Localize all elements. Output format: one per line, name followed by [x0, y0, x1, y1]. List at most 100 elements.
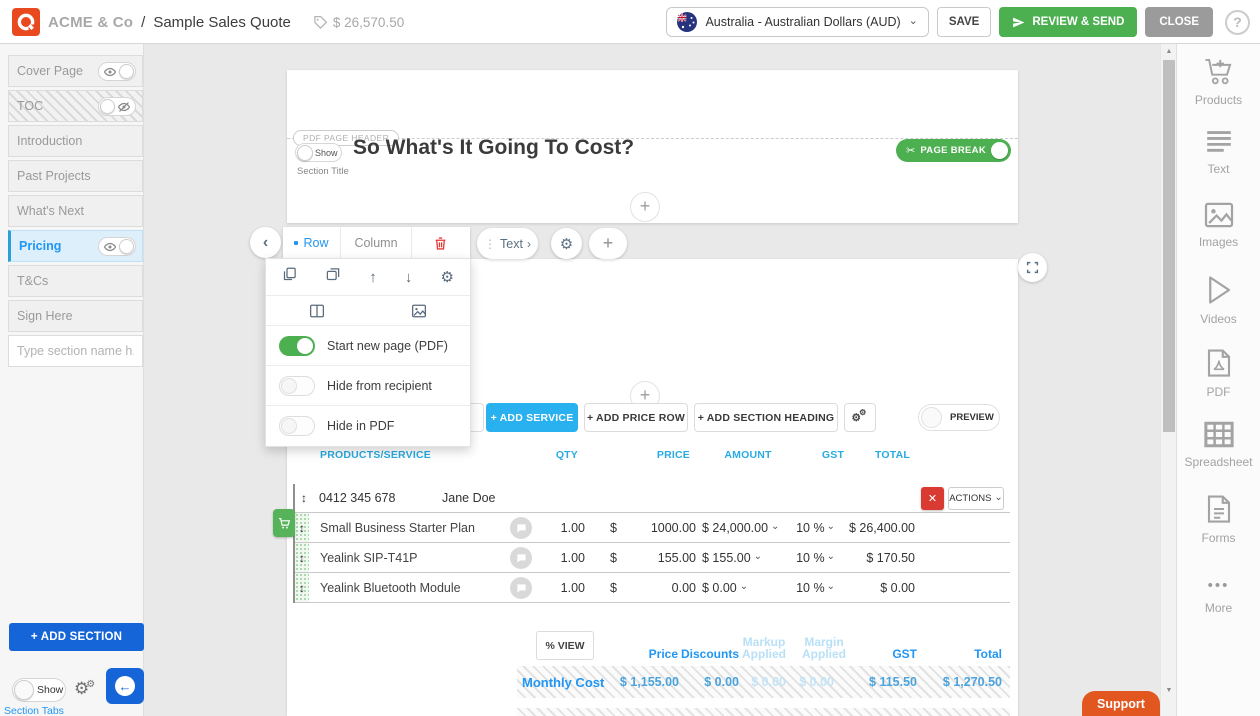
pricing-settings-button[interactable]: ⚙⚙: [844, 403, 876, 432]
sidebar-item-past-projects[interactable]: Past Projects: [8, 160, 143, 192]
hide-from-recipient-toggle[interactable]: [279, 376, 315, 396]
sidebar-item-sign-here[interactable]: Sign Here: [8, 300, 143, 332]
add-block-toolbar-button[interactable]: +: [589, 228, 627, 259]
product-qty[interactable]: 1.00: [533, 543, 585, 572]
currency-select[interactable]: Australia - Australian Dollars (AUD) ⌄: [666, 7, 928, 37]
save-button[interactable]: SAVE: [937, 7, 991, 37]
fullscreen-button[interactable]: [1018, 253, 1047, 282]
add-service-button[interactable]: + ADD SERVICE: [486, 403, 578, 432]
add-column-button[interactable]: [266, 304, 368, 318]
preview-toggle[interactable]: PREVIEW: [918, 404, 1000, 431]
block-item-forms[interactable]: Forms: [1177, 494, 1260, 567]
section-tabs-show-toggle[interactable]: Show: [12, 678, 66, 702]
scrollbar-thumb[interactable]: [1163, 60, 1175, 432]
move-row-up-button[interactable]: ↑: [369, 269, 377, 286]
start-new-page-toggle[interactable]: [279, 336, 315, 356]
review-send-button[interactable]: REVIEW & SEND: [999, 7, 1137, 37]
add-section-button[interactable]: + ADD SECTION: [9, 623, 144, 651]
copy-button[interactable]: [282, 267, 297, 287]
comment-button[interactable]: [510, 577, 532, 599]
cover-page-visibility-toggle[interactable]: [98, 62, 136, 81]
sidebar-item-introduction[interactable]: Introduction: [8, 125, 143, 157]
tab-column[interactable]: Column: [340, 227, 412, 259]
product-amount-dropdown[interactable]: $ 0.00 ⌄: [702, 573, 748, 602]
product-qty[interactable]: 1.00: [533, 513, 585, 542]
product-amount-dropdown[interactable]: $ 24,000.00 ⌄: [702, 513, 779, 542]
percent-view-button[interactable]: % VIEW: [536, 631, 594, 660]
contact-name[interactable]: Jane Doe: [442, 484, 496, 512]
page-break-toggle[interactable]: ✂ PAGE BREAK: [896, 139, 1011, 162]
help-button[interactable]: ?: [1225, 10, 1250, 35]
move-row-down-button[interactable]: ↓: [405, 269, 413, 286]
pricing-visibility-toggle[interactable]: [98, 237, 136, 256]
app-logo[interactable]: [12, 8, 40, 36]
sidebar-settings-button[interactable]: ⚙⚙: [74, 679, 98, 699]
block-item-images[interactable]: Images: [1177, 202, 1260, 275]
support-button[interactable]: Support: [1082, 691, 1160, 716]
row-drag-handle[interactable]: ↕: [295, 513, 309, 542]
text-block-selector[interactable]: ⋮ Text ›: [477, 228, 538, 259]
product-price[interactable]: 155.00: [621, 543, 696, 572]
tab-row[interactable]: Row: [283, 227, 340, 259]
row-drag-handle[interactable]: ↕: [295, 573, 309, 602]
contact-row: ↕ 0412 345 678 Jane Doe ✕ ACTIONS ⌄: [295, 484, 1010, 513]
block-item-more[interactable]: ••• More: [1177, 567, 1260, 640]
delete-contact-button[interactable]: ✕: [921, 487, 944, 510]
add-block-button[interactable]: +: [630, 192, 660, 222]
hide-in-pdf-toggle[interactable]: [279, 416, 315, 436]
sidebar-item-whats-next[interactable]: What's Next: [8, 195, 143, 227]
comment-button[interactable]: [510, 547, 532, 569]
sidebar-item-pricing[interactable]: Pricing: [8, 230, 143, 262]
add-price-row-button[interactable]: + ADD PRICE ROW: [584, 403, 688, 432]
block-item-pdf[interactable]: PDF: [1177, 348, 1260, 421]
sidebar-item-tcs[interactable]: T&Cs: [8, 265, 143, 297]
product-amount-dropdown[interactable]: $ 155.00 ⌄: [702, 543, 762, 572]
close-button[interactable]: CLOSE: [1145, 7, 1213, 37]
show-toggle-label: Show: [37, 684, 63, 696]
gst-value: 10 %: [796, 521, 825, 535]
add-image-button[interactable]: [368, 304, 470, 318]
product-gst-dropdown[interactable]: 10 % ⌄: [795, 543, 835, 572]
product-gst-dropdown[interactable]: 10 % ⌄: [795, 573, 835, 602]
row-drag-handle[interactable]: ↕: [295, 543, 309, 572]
row-drag-handle[interactable]: ↕: [297, 484, 311, 512]
product-library-badge[interactable]: [273, 509, 295, 537]
product-name[interactable]: Yealink SIP-T41P: [320, 543, 418, 572]
duplicate-button[interactable]: [325, 267, 341, 287]
product-qty[interactable]: 1.00: [533, 573, 585, 602]
block-item-products[interactable]: Products: [1177, 56, 1260, 129]
scroll-up-arrow[interactable]: ▲: [1161, 48, 1177, 55]
product-name[interactable]: Small Business Starter Plan: [320, 513, 475, 542]
scroll-down-arrow[interactable]: ▼: [1161, 687, 1177, 694]
sidebar-item-cover-page[interactable]: Cover Page: [8, 55, 143, 87]
block-item-videos[interactable]: Videos: [1177, 275, 1260, 348]
actions-dropdown-button[interactable]: ACTIONS ⌄: [948, 487, 1004, 510]
delete-row-button[interactable]: [412, 227, 468, 259]
sections-sidebar: Cover Page TOC Introductio: [0, 44, 144, 716]
contact-phone[interactable]: 0412 345 678: [319, 484, 395, 512]
block-item-spreadsheet[interactable]: Spreadsheet: [1177, 421, 1260, 494]
block-item-text[interactable]: Text: [1177, 129, 1260, 202]
add-section-heading-button[interactable]: + ADD SECTION HEADING: [694, 403, 838, 432]
brand-name[interactable]: ACME & Co: [48, 14, 133, 31]
drag-vertical-icon: ↕: [301, 491, 307, 505]
toggle-label: Start new page (PDF): [327, 339, 448, 353]
sidebar-item-toc[interactable]: TOC: [8, 90, 143, 122]
new-section-name-input[interactable]: [9, 336, 142, 366]
product-gst-dropdown[interactable]: 10 % ⌄: [795, 513, 835, 542]
product-price[interactable]: 1000.00: [621, 513, 696, 542]
block-settings-button[interactable]: ⚙: [551, 228, 582, 259]
document-title[interactable]: Sample Sales Quote: [153, 14, 291, 31]
product-total: $ 0.00: [843, 573, 915, 602]
product-price[interactable]: 0.00: [621, 573, 696, 602]
toolbar-back-button[interactable]: ‹: [250, 227, 281, 258]
toc-visibility-toggle[interactable]: [98, 97, 136, 116]
comment-button[interactable]: [510, 517, 532, 539]
section-title-show-toggle[interactable]: Show: [295, 143, 342, 162]
row-settings-button[interactable]: ⚙: [441, 268, 454, 286]
collapse-sidebar-button[interactable]: ←: [106, 668, 144, 704]
vertical-scrollbar[interactable]: ▲ ▼: [1160, 44, 1176, 716]
drag-vertical-icon: ↕: [299, 581, 305, 595]
product-name[interactable]: Yealink Bluetooth Module: [320, 573, 461, 602]
section-heading-text[interactable]: So What's It Going To Cost?: [353, 136, 634, 160]
